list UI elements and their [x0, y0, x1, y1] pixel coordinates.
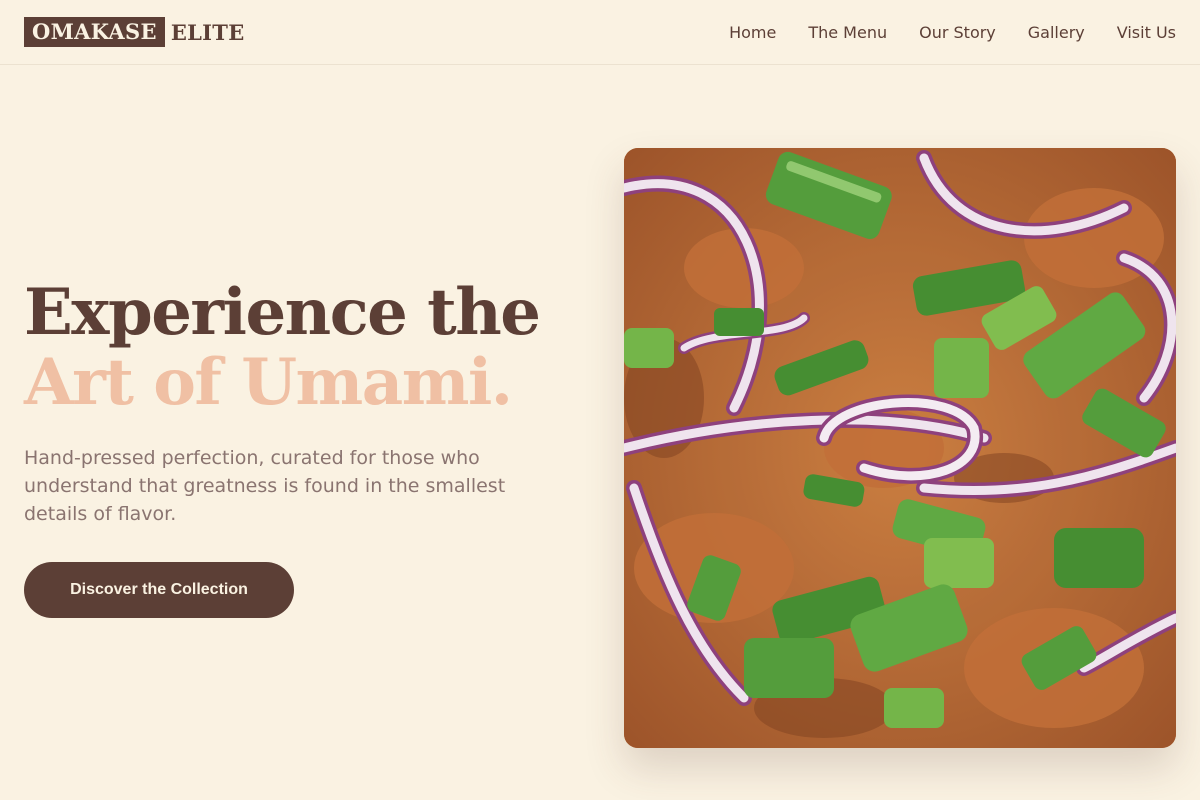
hero-headline: Experience the Art of Umami.	[24, 278, 584, 418]
hero-subtext: Hand-pressed perfection, curated for tho…	[24, 447, 506, 525]
nav-link-home[interactable]: Home	[729, 23, 776, 42]
hero-copy: Experience the Art of Umami. Hand-presse…	[24, 278, 584, 528]
nav-link-visit-us[interactable]: Visit Us	[1117, 23, 1176, 42]
discover-collection-button[interactable]: Discover the Collection	[24, 562, 294, 618]
nav-link-our-story[interactable]: Our Story	[919, 23, 996, 42]
top-navbar: OMAKASE ELITE Home The Menu Our Story Ga…	[0, 0, 1200, 65]
food-photo-illustration	[624, 148, 1176, 748]
main-nav: Home The Menu Our Story Gallery Visit Us	[729, 23, 1176, 42]
hero-food-image	[624, 148, 1176, 748]
headline-line-1: Experience the	[24, 275, 541, 350]
logo-box-text: OMAKASE	[24, 17, 165, 47]
nav-link-the-menu[interactable]: The Menu	[808, 23, 887, 42]
brand-logo[interactable]: OMAKASE ELITE	[24, 17, 245, 47]
nav-link-gallery[interactable]: Gallery	[1028, 23, 1085, 42]
logo-rest-text: ELITE	[170, 19, 245, 45]
headline-line-2: Art of Umami.	[24, 345, 513, 420]
